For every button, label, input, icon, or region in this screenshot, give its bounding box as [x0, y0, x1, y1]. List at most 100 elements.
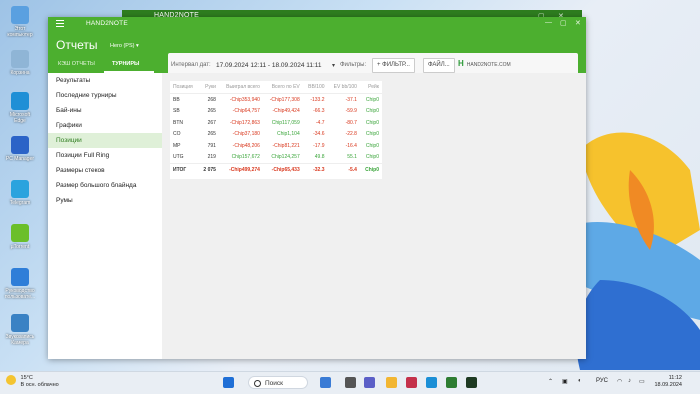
volume-icon[interactable]: ♪	[628, 378, 631, 384]
hero-selector[interactable]: Hero (PS) ▾	[110, 43, 139, 49]
battery-icon[interactable]: ▭	[639, 378, 645, 385]
cell-ev: Chip124,257	[271, 154, 300, 161]
table-row[interactable]: SB 265 -Chip64,757 -Chip49,424 -66.3 -59.9 Chi…	[170, 106, 382, 118]
filters-label: Фильтры:	[340, 62, 367, 68]
cell-won: -Chip499,274	[218, 163, 263, 176]
desktop-icon-image	[11, 136, 29, 154]
sidebar-item[interactable]: Румы	[48, 193, 162, 208]
column-header[interactable]: Руки	[198, 81, 219, 94]
logo-text: HAND2NOTE.COM	[466, 62, 511, 68]
weather-desc: В осн. облачно	[20, 382, 59, 388]
cell-hands: 219	[207, 154, 216, 161]
search-placeholder: Поиск	[265, 380, 284, 387]
sidebar-item[interactable]: Позиции	[48, 133, 162, 148]
desktop-icon-label: Telegram	[9, 200, 31, 206]
filter-button[interactable]: + ФИЛЬТР...	[372, 58, 415, 73]
cell-hands: 2 075	[198, 163, 219, 176]
desktop-icon-image	[11, 180, 29, 198]
cell-won: -Chip172,863	[229, 119, 260, 126]
desktop-icon-image	[11, 92, 29, 110]
hand2note-logo: H HAND2NOTE.COM	[458, 59, 511, 68]
tab-tournaments[interactable]: ТУРНИРЫ	[112, 61, 139, 67]
desktop-icon[interactable]: PC Manager	[4, 136, 36, 162]
date: 18.09.2024	[654, 382, 682, 388]
desktop-icon-label: PC Manager	[5, 156, 35, 162]
chevron-down-icon[interactable]: ▾	[332, 62, 335, 69]
app-icon-2[interactable]	[446, 377, 457, 388]
filter-button-label: ФИЛЬТР...	[382, 62, 410, 68]
column-header[interactable]: BB/100	[302, 81, 328, 94]
tray-app-icon-2[interactable]: ◐	[578, 378, 582, 384]
table-row[interactable]: UTG 219 Chip157,672 Chip124,257 49.8 55.1 Chip…	[170, 152, 382, 164]
window-titlebar[interactable]: HAND2NOTE — ▢ ✕	[48, 17, 586, 31]
hero-label: Hero (PS)	[110, 43, 135, 49]
desktop-icon[interactable]: Этот компьютер	[4, 6, 36, 38]
file-button[interactable]: ФАЙЛ...	[423, 58, 455, 73]
sidebar-item[interactable]: Размеры стеков	[48, 163, 162, 178]
table-row[interactable]: CO 265 -Chip37,180 Chip1,104 -34.6 -22.8 Chip0	[170, 129, 382, 141]
column-header[interactable]: Позиция	[170, 81, 199, 94]
tray-app-icon[interactable]: ▣	[562, 378, 568, 385]
clock[interactable]: 11:12 18.09.2024	[654, 375, 682, 389]
total-row[interactable]: ИТОГ 2 075 -Chip499,274 -Chip65,433 -32.3 -5.…	[170, 163, 382, 176]
column-header[interactable]: EV bb/100	[327, 81, 360, 94]
desktop-icon-image	[11, 268, 29, 286]
table-row[interactable]: MP 791 -Chip48,206 -Chip81,221 -17.9 -16.4 Chi…	[170, 140, 382, 152]
edge-icon[interactable]	[426, 377, 437, 388]
app-icon[interactable]	[406, 377, 417, 388]
desktop-icon[interactable]: µTorrent	[4, 224, 36, 250]
table-row[interactable]: BTN 267 -Chip172,863 Chip117,059 -4.7 -80.7 Ch…	[170, 117, 382, 129]
sidebar-item[interactable]: Графики	[48, 118, 162, 133]
close-icon[interactable]: ✕	[575, 19, 581, 27]
cell-rake: Chip0	[365, 96, 379, 103]
desktop-icon[interactable]: Звукозапись Камера	[4, 314, 36, 346]
cell-hands: 265	[207, 108, 216, 115]
sidebar-item[interactable]: Позиции Full Ring	[48, 148, 162, 163]
desktop-icon-image	[11, 6, 29, 24]
cell-evbb: -22.8	[345, 131, 357, 138]
desktop-icon-label: Корзина	[10, 70, 30, 76]
sidebar-item[interactable]: Результаты	[48, 73, 162, 88]
desktop-icon[interactable]: Руководство пользовате...	[4, 268, 36, 300]
tray-overflow-icon[interactable]: ⌃	[548, 378, 553, 385]
column-header[interactable]: Выиграл всего	[218, 81, 263, 94]
desktop-icon[interactable]: Корзина	[4, 50, 36, 76]
app-title: HAND2NOTE	[86, 20, 128, 27]
report-content: Позиция Руки Выиграл всего Всего по EV BB/10…	[162, 73, 586, 359]
widgets-icon[interactable]	[320, 377, 331, 388]
desktop-icon-label: Microsoft Edge	[9, 112, 31, 124]
interval-label: Интервал дат:	[171, 62, 211, 68]
cell-hands: 268	[207, 96, 216, 103]
column-header[interactable]: Всего по EV	[262, 81, 303, 94]
table-row[interactable]: BB 268 -Chip353,940 -Chip177,308 -133.2 -37.1…	[170, 94, 382, 106]
search-box[interactable]: Поиск	[248, 376, 308, 389]
task-view-icon[interactable]	[345, 377, 356, 388]
column-header[interactable]: Рейк	[359, 81, 382, 94]
language-indicator[interactable]: РУС	[596, 378, 608, 384]
cell-won: Chip157,672	[231, 154, 260, 161]
desktop-icon[interactable]: Microsoft Edge	[4, 92, 36, 124]
cell-ev: Chip117,059	[271, 119, 300, 126]
desktop-icon[interactable]: Telegram	[4, 180, 36, 206]
hand2note-taskbar-icon[interactable]	[466, 377, 477, 388]
cell-rake: Chip0	[359, 163, 382, 176]
explorer-icon[interactable]	[386, 377, 397, 388]
cell-evbb: -80.7	[345, 119, 357, 126]
cell-rake: Chip0	[365, 119, 379, 126]
maximize-icon[interactable]: ▢	[560, 19, 567, 27]
sidebar-item[interactable]: Бай-ины	[48, 103, 162, 118]
minimize-icon[interactable]: —	[545, 19, 552, 26]
teams-icon[interactable]	[364, 377, 375, 388]
wifi-icon[interactable]: ◠	[617, 378, 622, 385]
sidebar-item[interactable]: Размер большого блайнда	[48, 178, 162, 193]
menu-icon[interactable]	[56, 20, 64, 29]
weather-widget[interactable]: 15°C В осн. облачно	[6, 375, 59, 389]
cell-rake: Chip0	[365, 131, 379, 138]
date-range-picker[interactable]: 17.09.2024 12:11 - 18.09.2024 11:11	[216, 62, 322, 69]
cell-bb: -4.7	[315, 119, 325, 126]
cell-bb: -66.3	[313, 108, 325, 115]
tab-cash-reports[interactable]: КЭШ ОТЧЕТЫ	[58, 61, 95, 67]
sidebar-item[interactable]: Последние турниры	[48, 88, 162, 103]
start-icon[interactable]	[223, 377, 234, 388]
cell-pos: CO	[173, 131, 181, 138]
